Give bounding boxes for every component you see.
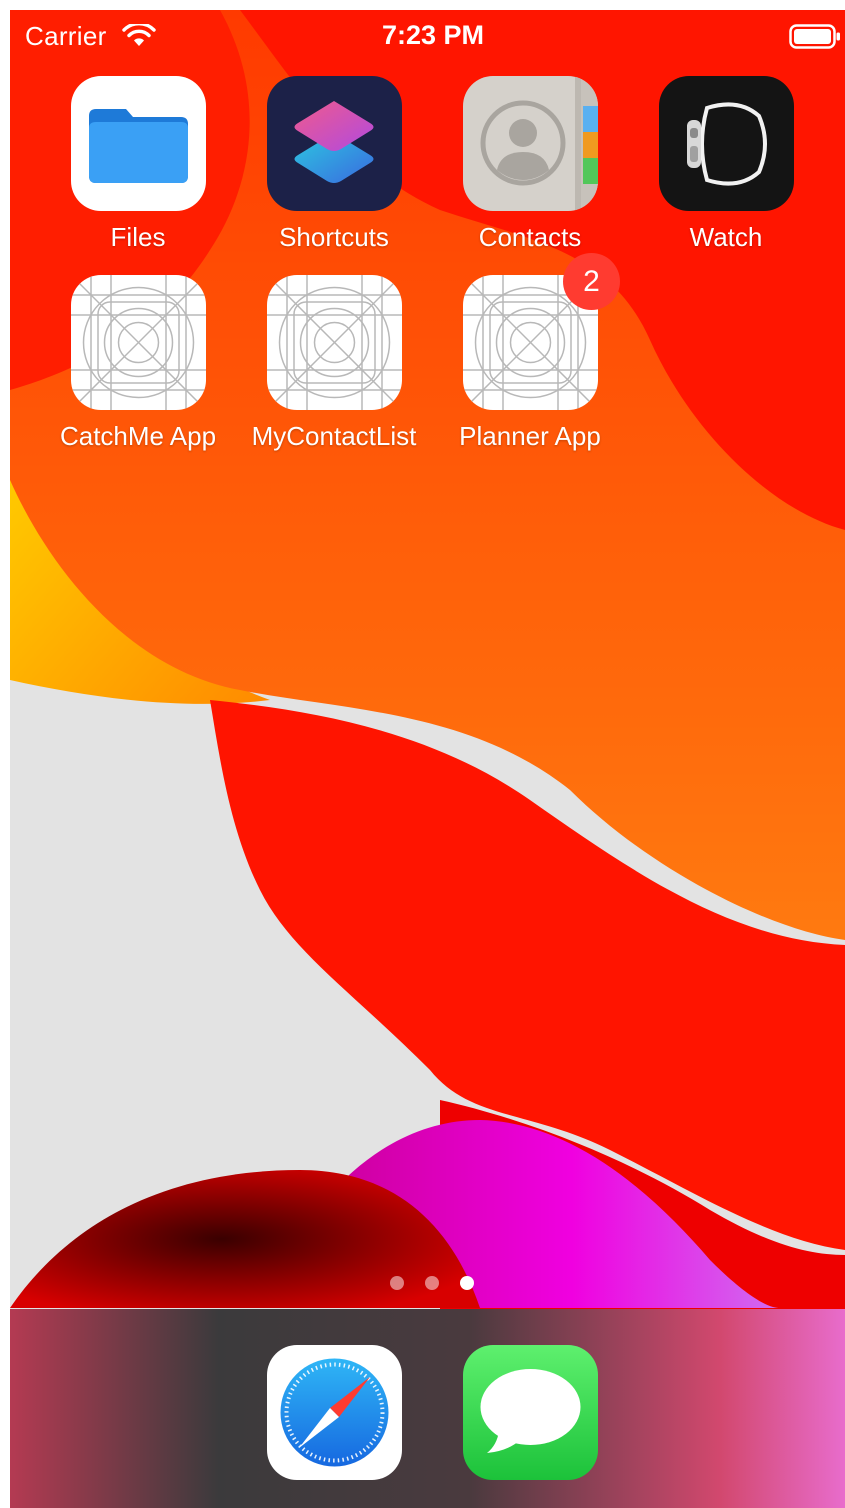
wifi-icon: [122, 24, 156, 46]
page-dot-current[interactable]: [460, 1276, 474, 1290]
dock: [10, 1309, 845, 1508]
status-time: 7:23 PM: [382, 20, 485, 50]
battery-full-icon: [789, 24, 840, 49]
notification-badge: 2: [563, 253, 620, 310]
placeholder-app-icon: [267, 275, 402, 410]
safari-compass-icon[interactable]: [267, 1345, 402, 1480]
watch-icon: [659, 76, 794, 211]
app-label: Contacts: [478, 222, 582, 252]
app-files[interactable]: Files: [40, 76, 236, 276]
app-label: Files: [110, 222, 166, 252]
placeholder-app-icon: [71, 275, 206, 410]
app-shortcuts[interactable]: Shortcuts: [236, 76, 432, 276]
shortcuts-icon: [267, 76, 402, 211]
app-contacts[interactable]: Contacts: [432, 76, 628, 276]
app-mycontactlist[interactable]: MyContactList: [236, 275, 432, 475]
home-screen: Carrier 7:23 PM Files Shortcuts Contacts…: [10, 10, 845, 1508]
files-folder-icon: [71, 76, 206, 211]
app-label: Planner App: [459, 421, 601, 451]
app-label: MyContactList: [251, 421, 417, 451]
status-bar: Carrier 7:23 PM: [10, 10, 845, 62]
page-indicator[interactable]: [385, 1273, 475, 1293]
carrier-label: Carrier: [25, 21, 107, 51]
app-watch[interactable]: Watch: [628, 76, 824, 276]
app-label: Shortcuts: [279, 222, 389, 252]
messages-bubble-icon[interactable]: [463, 1345, 598, 1480]
page-dot[interactable]: [390, 1276, 404, 1290]
contacts-icon: [463, 76, 598, 211]
app-catchme[interactable]: CatchMe App: [40, 275, 236, 475]
app-label: Watch: [689, 222, 763, 252]
app-label: CatchMe App: [59, 421, 217, 451]
page-dot[interactable]: [425, 1276, 439, 1290]
